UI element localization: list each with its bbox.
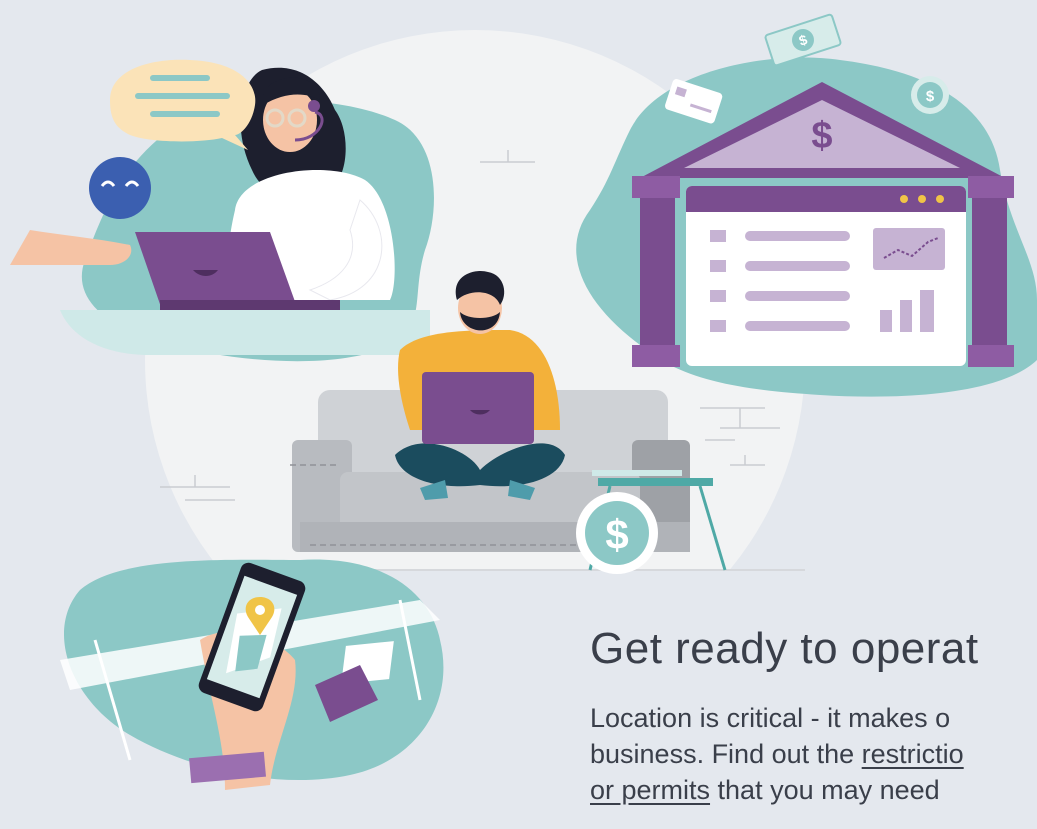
body-text: Location is critical - it makes o busine…: [590, 700, 964, 808]
dollar-coin-icon: $: [911, 76, 949, 114]
svg-text:$: $: [926, 88, 935, 105]
body-line-2: business. Find out the restrictio: [590, 736, 964, 772]
permits-link[interactable]: or permits: [590, 775, 710, 805]
svg-text:$: $: [811, 115, 832, 157]
body-line-3: or permits that you may need: [590, 772, 964, 808]
bank-scene: $ $ $: [576, 13, 1037, 397]
body-line-2-text: business. Find out the: [590, 739, 862, 769]
dollar-coin-icon: $: [576, 492, 658, 574]
restrictions-link[interactable]: restrictio: [862, 739, 964, 769]
body-line-1: Location is critical - it makes o: [590, 703, 951, 733]
svg-text:$: $: [605, 511, 628, 558]
speech-bubble-icon: [110, 59, 256, 150]
body-line-3-text: that you may need: [710, 775, 940, 805]
location-scene: [60, 559, 444, 790]
headline: Get ready to operat: [590, 624, 979, 673]
smiley-face-icon: [89, 157, 151, 219]
